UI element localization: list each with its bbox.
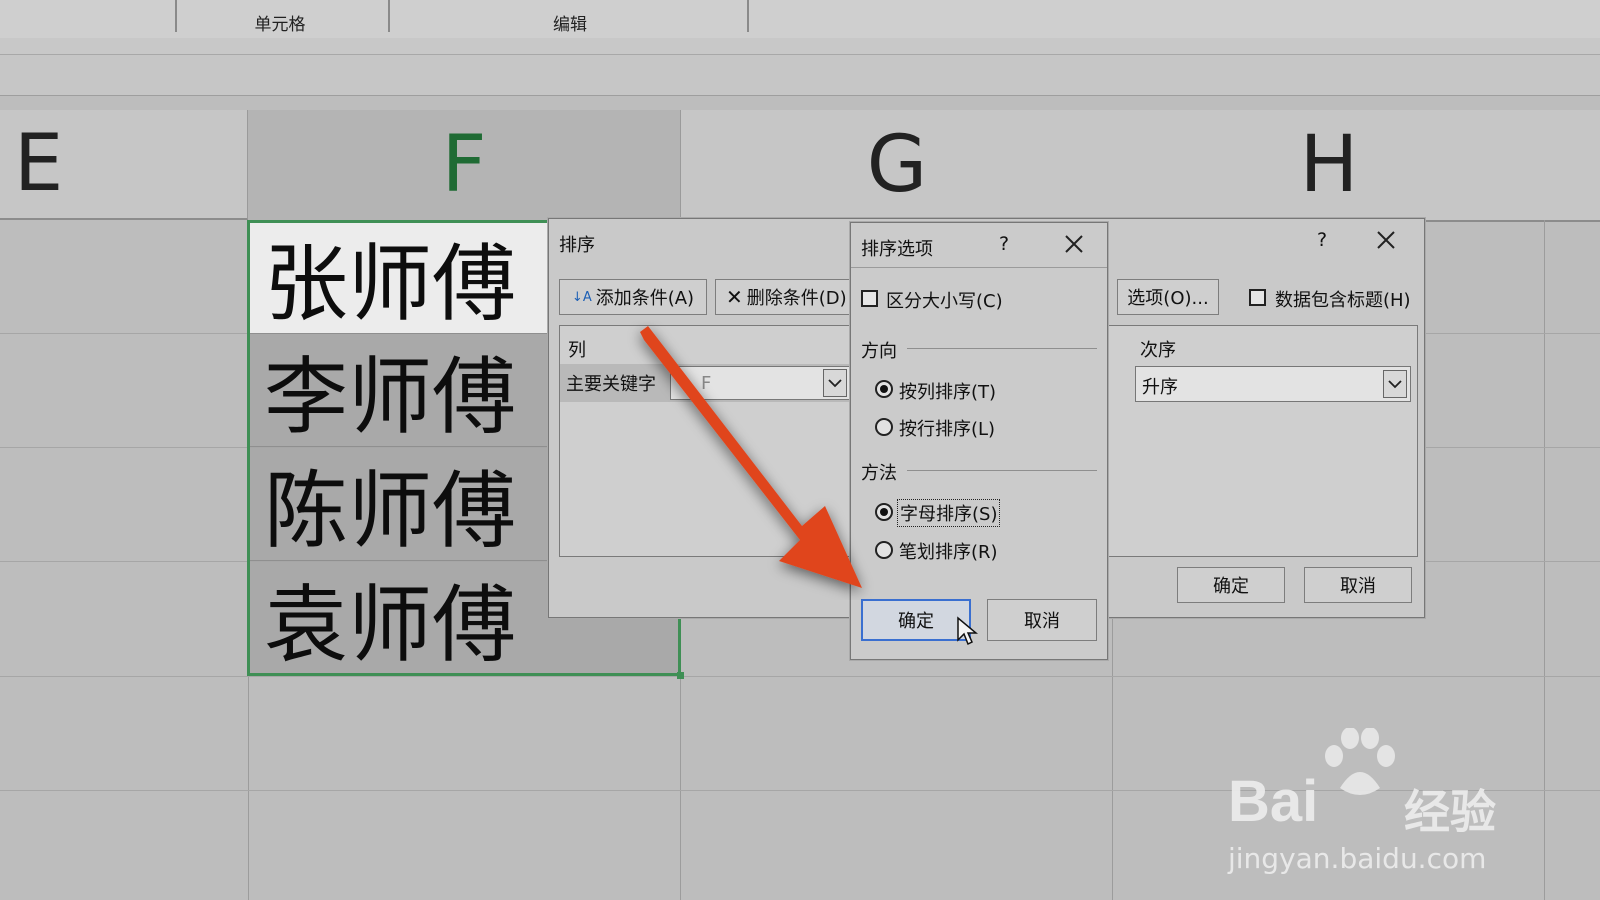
order-combo[interactable]: 升序	[1135, 366, 1411, 402]
section-divider	[907, 348, 1097, 349]
sort-az-icon: ↓A	[571, 289, 592, 305]
annotation-arrow	[640, 326, 862, 588]
watermark-url: jingyan.baidu.com	[1228, 842, 1487, 875]
grid-line	[0, 676, 1600, 677]
case-sensitive-label: 区分大小写(C)	[886, 291, 1003, 312]
ribbon-separator	[747, 0, 749, 32]
options-help-button[interactable]: ?	[999, 233, 1009, 255]
sort-dialog-title: 排序	[559, 235, 595, 256]
title-divider	[851, 267, 1107, 268]
close-icon[interactable]	[1063, 233, 1085, 255]
chevron-down-icon[interactable]	[1383, 370, 1407, 398]
close-icon[interactable]	[1375, 229, 1397, 251]
fill-handle[interactable]	[677, 672, 684, 679]
mouse-cursor-icon	[957, 616, 978, 646]
column-header-g[interactable]: G	[681, 110, 1114, 222]
column-header-i[interactable]	[1545, 110, 1600, 222]
watermark-suffix: 经验	[1404, 785, 1496, 839]
options-button[interactable]: 选项(O)...	[1117, 279, 1219, 315]
ribbon-group-cells: 单元格	[254, 15, 306, 35]
options-ok-button[interactable]: 确定	[861, 599, 971, 641]
order-value: 升序	[1142, 377, 1178, 398]
has-header-checkbox[interactable]	[1249, 289, 1266, 306]
section-divider	[907, 470, 1097, 471]
ribbon-separator	[388, 0, 390, 32]
delete-condition-button[interactable]: ✕ 删除条件(D)	[715, 279, 853, 315]
ribbon-group-editing: 编辑	[553, 15, 587, 35]
column-header-h[interactable]: H	[1113, 110, 1546, 222]
paw-icon	[1325, 728, 1395, 795]
options-cancel-button[interactable]: 取消	[987, 599, 1097, 641]
column-header-label: 列	[568, 340, 586, 361]
sort-ok-button[interactable]: 确定	[1177, 567, 1285, 603]
order-header-label: 次序	[1140, 340, 1176, 361]
column-header-e[interactable]: E	[0, 110, 248, 220]
has-header-label: 数据包含标题(H)	[1275, 290, 1411, 311]
sort-cancel-button[interactable]: 取消	[1304, 567, 1412, 603]
ribbon: 单元格 编辑	[0, 0, 1600, 39]
sort-options-title: 排序选项	[861, 239, 933, 260]
alphabetic-label: 字母排序(S)	[897, 499, 1001, 527]
sort-options-dialog: 排序选项 ? 区分大小写(C) 方向 按列排序(T) 按行排序(L) 方法 字母…	[850, 222, 1108, 660]
ribbon-footer	[0, 38, 1600, 55]
by-row-label: 按行排序(L)	[899, 419, 996, 440]
watermark-brand: Bai	[1228, 769, 1319, 834]
formula-bar[interactable]	[0, 55, 1600, 96]
add-condition-button[interactable]: ↓A 添加条件(A)	[559, 279, 707, 315]
ribbon-separator	[175, 0, 177, 32]
delete-x-icon: ✕	[726, 285, 743, 309]
by-column-label: 按列排序(T)	[899, 382, 997, 403]
case-sensitive-checkbox[interactable]	[861, 290, 878, 307]
sort-help-button[interactable]: ?	[1317, 229, 1327, 251]
grid-line	[1544, 220, 1545, 900]
column-header-f[interactable]: F	[248, 110, 681, 222]
stroke-label: 笔划排序(R)	[899, 542, 998, 563]
